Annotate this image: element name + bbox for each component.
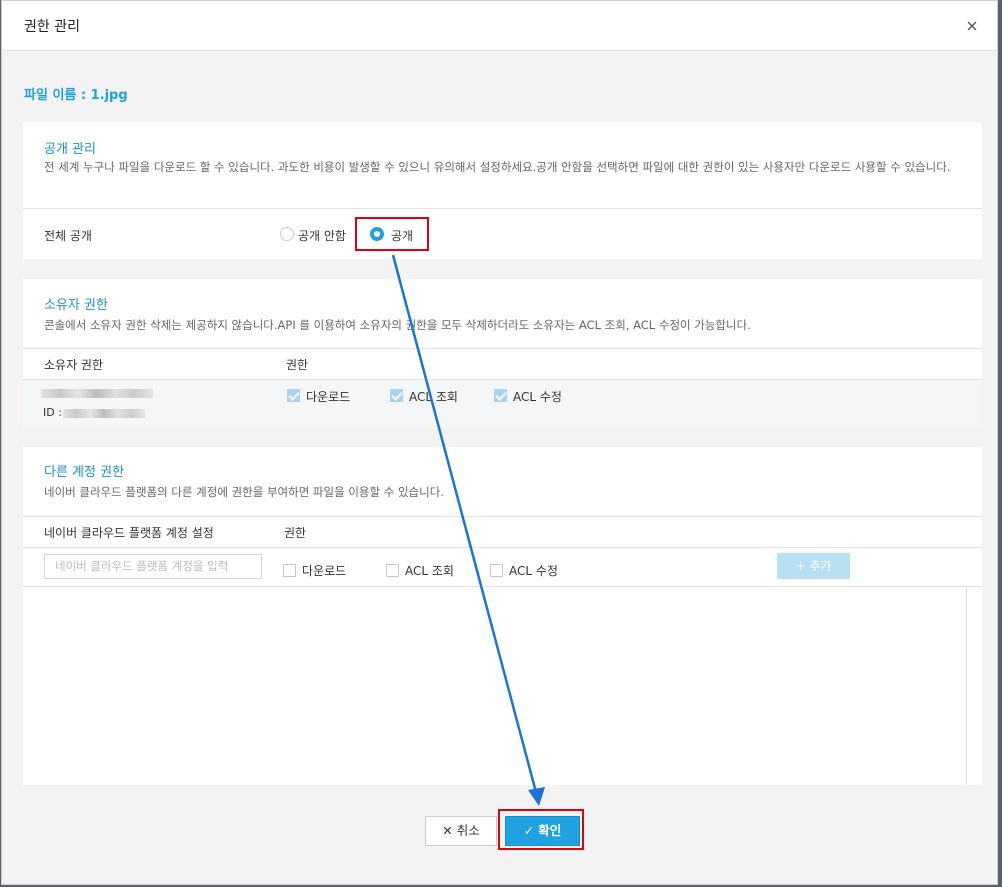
- divider: [23, 547, 982, 548]
- download-label: 다운로드: [302, 564, 347, 578]
- owner-column-header: 소유자 권한: [44, 358, 104, 372]
- radio-private-circle[interactable]: [280, 227, 294, 241]
- download-checkbox[interactable]: [283, 564, 296, 577]
- dialog-header: 권한 관리: [2, 1, 997, 51]
- owner-acl-write-checkbox[interactable]: [494, 389, 507, 402]
- owner-name-redacted: [41, 389, 153, 398]
- owner-row: ID : 다운로드 ACL 조회 ACL 수정: [23, 380, 982, 428]
- account-input[interactable]: 네이버 클라우드 플랫폼 계정을 입력: [44, 554, 262, 579]
- public-section: 공개 관리 전 세계 누구나 파일을 다운로드 할 수 있습니다. 과도한 비용…: [23, 122, 982, 259]
- permission-dialog: 권한 관리 파일 이름 : 1.jpg 공개 관리 전 세계 누구나 파일을 다…: [1, 0, 998, 885]
- acl-write-checkbox[interactable]: [490, 564, 503, 577]
- cancel-button[interactable]: ✕ 취소: [425, 816, 497, 846]
- highlight-public-option: [355, 217, 429, 251]
- dialog-title: 권한 관리: [24, 19, 80, 35]
- highlight-confirm-button: [498, 809, 584, 850]
- divider: [23, 516, 982, 517]
- owner-acl-write-label: ACL 수정: [513, 390, 562, 404]
- public-section-description: 전 세계 누구나 파일을 다운로드 할 수 있습니다. 과도한 비용이 발생할 …: [44, 160, 951, 174]
- divider: [23, 208, 982, 209]
- add-account-button[interactable]: + 추가: [777, 553, 850, 579]
- acl-write-label: ACL 수정: [509, 564, 558, 578]
- close-icon: ✕: [442, 823, 453, 838]
- owner-download-checkbox[interactable]: [287, 389, 300, 402]
- account-column-header: 네이버 클라우드 플랫폼 계정 설정: [44, 526, 214, 540]
- owner-download-label: 다운로드: [306, 390, 351, 404]
- divider: [23, 586, 982, 587]
- full-public-label: 전체 공개: [44, 229, 92, 243]
- owner-section-description: 콘솔에서 소유자 권한 삭제는 제공하지 않습니다.API 를 이용하여 소유자…: [44, 318, 751, 332]
- owner-section-title: 소유자 권한: [44, 298, 108, 313]
- divider: [23, 348, 982, 349]
- public-section-title: 공개 관리: [44, 142, 96, 157]
- file-name-label: 파일 이름 : 1.jpg: [24, 88, 128, 103]
- permission-column-header: 권한: [286, 358, 309, 372]
- other-accounts-section: 다른 계정 권한 네이버 클라우드 플랫폼의 다른 계정에 권한을 부여하면 파…: [23, 447, 982, 785]
- owner-acl-read-checkbox[interactable]: [390, 389, 403, 402]
- acl-read-checkbox[interactable]: [386, 564, 399, 577]
- radio-private-label: 공개 안함: [298, 229, 346, 243]
- owner-id-prefix: ID :: [43, 406, 62, 419]
- cancel-label: 취소: [456, 823, 480, 838]
- owner-acl-read-label: ACL 조회: [409, 390, 458, 404]
- other-section-description: 네이버 클라우드 플랫폼의 다른 계정에 권한을 부여하면 파일을 이용할 수 …: [44, 485, 444, 499]
- close-icon[interactable]: [963, 17, 981, 35]
- list-scrollbar[interactable]: [966, 587, 967, 785]
- owner-id-redacted: [63, 409, 145, 418]
- owner-section: 소유자 권한 콘솔에서 소유자 권한 삭제는 제공하지 않습니다.API 를 이…: [23, 279, 982, 428]
- permission-column-header: 권한: [284, 526, 307, 540]
- other-section-title: 다른 계정 권한: [44, 465, 125, 480]
- acl-read-label: ACL 조회: [405, 564, 454, 578]
